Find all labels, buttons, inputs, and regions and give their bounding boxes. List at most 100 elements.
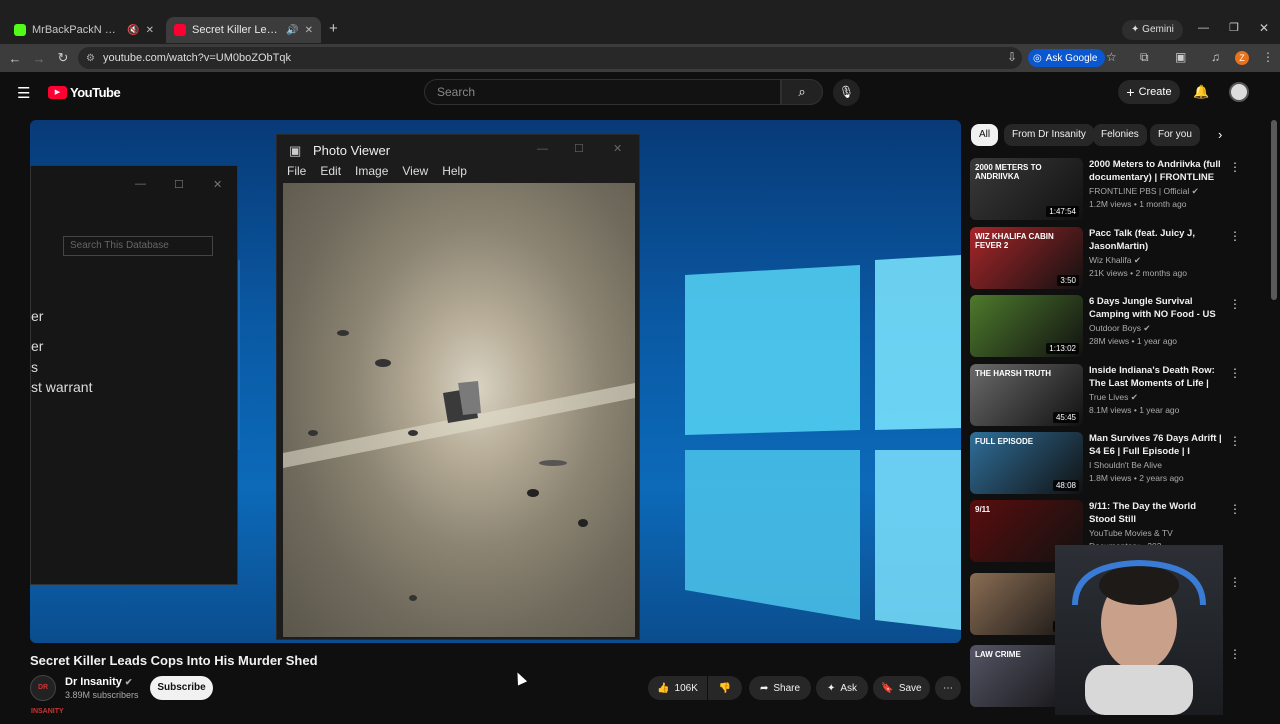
more-options-icon[interactable]: ⋮	[1229, 366, 1241, 380]
gemini-button[interactable]: ✦ Gemini	[1122, 20, 1183, 40]
like-button[interactable]: 👍 106K	[648, 676, 707, 700]
close-window-icon[interactable]: ✕	[1259, 21, 1269, 35]
menu-help: Help	[442, 164, 467, 178]
photo-viewer-menu: File Edit Image View Help	[287, 164, 467, 178]
recommendation-item[interactable]: WIZ KHALIFA CABIN FEVER 2 3:50 Pacc Talk (…	[970, 227, 1260, 291]
video-duration: 1:47:54	[1046, 206, 1079, 217]
share-button[interactable]: ➦ Share	[749, 676, 811, 700]
search-button[interactable]: ⌕	[781, 79, 823, 105]
channel-text: YouTube Movies & TV	[1089, 528, 1173, 538]
dislike-button[interactable]: 👎	[708, 676, 742, 700]
recommendation-channel[interactable]: FRONTLINE PBS | Official ✔	[1089, 186, 1199, 197]
audio-icon[interactable]: 🔊	[286, 25, 298, 36]
account-avatar[interactable]	[1229, 82, 1249, 102]
muted-icon[interactable]: 🔇	[127, 25, 139, 36]
media-controls-icon[interactable]: ♫	[1211, 50, 1220, 64]
recommendation-item[interactable]: 2000 METERS TO ANDRIIVKA 1:47:54 2000 Mete…	[970, 158, 1260, 222]
back-icon[interactable]: ←	[3, 51, 27, 66]
more-actions-button[interactable]: ⋯	[935, 676, 961, 700]
search-icon: ⌕	[798, 84, 806, 99]
minimize-window-icon[interactable]: —	[1198, 22, 1209, 34]
chip-for-you[interactable]: For you	[1150, 124, 1200, 146]
video-thumbnail[interactable]: FULL EPISODE 48:08	[970, 432, 1083, 494]
more-options-icon[interactable]: ⋮	[1229, 647, 1241, 661]
verified-icon: ✔	[124, 677, 133, 687]
recommendation-item[interactable]: THE HARSH TRUTH 45:45 Inside Indiana's Dea…	[970, 364, 1260, 428]
close-icon: ✕	[213, 179, 223, 191]
split-view-icon[interactable]: ▣	[1175, 50, 1186, 64]
profile-avatar[interactable]: Z	[1235, 51, 1249, 65]
restore-window-icon[interactable]: ❐	[1229, 21, 1239, 34]
save-button[interactable]: 🔖 Save	[873, 676, 930, 700]
video-thumbnail[interactable]: 1:13:02	[970, 295, 1083, 357]
browser-menu-icon[interactable]: ⋮	[1262, 50, 1274, 64]
more-options-icon[interactable]: ⋮	[1229, 434, 1241, 448]
recommendation-channel[interactable]: Outdoor Boys ✔	[1089, 323, 1150, 334]
recommendation-channel[interactable]: YouTube Movies & TV	[1089, 528, 1173, 538]
mouse-cursor	[512, 670, 528, 686]
more-options-icon[interactable]: ⋮	[1229, 229, 1241, 243]
more-options-icon[interactable]: ⋮	[1229, 297, 1241, 311]
close-tab-icon[interactable]: ✕	[305, 25, 313, 36]
site-info-icon[interactable]: ⚙	[86, 53, 95, 64]
channel-name[interactable]: Dr Insanity ✔	[65, 676, 132, 688]
video-duration: 1:13:02	[1046, 343, 1079, 354]
ask-button[interactable]: ✦ Ask	[816, 676, 868, 700]
chip-from-channel[interactable]: From Dr Insanity	[1004, 124, 1094, 146]
extensions-icon[interactable]: ⧉	[1140, 50, 1149, 65]
recommendation-title[interactable]: 6 Days Jungle Survival Camping with NO F…	[1089, 295, 1225, 321]
notifications-bell-icon[interactable]: 🔔	[1193, 84, 1209, 100]
recommendation-channel[interactable]: I Shouldn't Be Alive	[1089, 460, 1162, 470]
subscriber-count: 3.89M subscribers	[65, 690, 139, 700]
channel-text: Wiz Khalifa	[1089, 255, 1132, 265]
channel-text: True Lives	[1089, 392, 1129, 402]
bookmark-icon: 🔖	[881, 682, 894, 694]
verified-icon: ✔	[1130, 392, 1138, 402]
recommendation-item[interactable]: FULL EPISODE 48:08 Man Survives 76 Days Ad…	[970, 432, 1260, 496]
install-app-icon[interactable]: ⇩	[1007, 50, 1017, 64]
video-duration: 45:45	[1052, 412, 1079, 423]
new-tab-button[interactable]: +	[329, 20, 338, 37]
ask-google-button[interactable]: ◎ Ask Google	[1028, 49, 1106, 67]
tab-stream[interactable]: MrBackPackN Stream - Wat 🔇 ✕	[6, 17, 162, 43]
photo-viewer-window: ▣ Photo Viewer — ☐ ✕ File Edit Image Vie…	[276, 134, 640, 640]
recommendation-title[interactable]: Man Survives 76 Days Adrift | S4 E6 | Fu…	[1089, 432, 1225, 458]
close-tab-icon[interactable]: ✕	[146, 25, 154, 36]
more-options-icon[interactable]: ⋮	[1229, 160, 1241, 174]
recommendation-title[interactable]: 2000 Meters to Andriivka (full documenta…	[1089, 158, 1225, 184]
forward-icon[interactable]: →	[27, 51, 51, 66]
address-bar[interactable]: ⚙ youtube.com/watch?v=UM0boZObTqk	[78, 47, 1022, 69]
recommendation-title[interactable]: Pacc Talk (feat. Juicy J, JasonMartin)	[1089, 227, 1225, 253]
chip-all[interactable]: All	[971, 124, 999, 146]
reload-icon[interactable]: ↻	[51, 50, 75, 66]
search-input[interactable]: Search	[424, 79, 781, 105]
more-options-icon[interactable]: ⋮	[1229, 575, 1241, 589]
subscribe-button[interactable]: Subscribe	[150, 676, 213, 700]
channel-avatar[interactable]: DR INSANITY	[30, 675, 64, 715]
video-thumbnail[interactable]: WIZ KHALIFA CABIN FEVER 2 3:50	[970, 227, 1083, 289]
more-options-icon[interactable]: ⋮	[1229, 502, 1241, 516]
bookmark-star-icon[interactable]: ☆	[1106, 50, 1117, 64]
menu-edit: Edit	[320, 164, 342, 178]
youtube-logo[interactable]: ▶ YouTube	[48, 85, 121, 100]
video-title: Secret Killer Leads Cops Into His Murder…	[30, 653, 318, 668]
voice-search-button[interactable]: 🎙	[833, 79, 860, 106]
partial-text-line: s	[31, 359, 38, 375]
thumbnail-text: 2000 METERS TO ANDRIIVKA	[975, 163, 1042, 181]
recommendation-channel[interactable]: Wiz Khalifa ✔	[1089, 255, 1141, 266]
recommendation-channel[interactable]: True Lives ✔	[1089, 392, 1138, 403]
create-button[interactable]: + Create	[1118, 80, 1180, 104]
chevron-right-icon[interactable]: ›	[1218, 127, 1222, 142]
ask-label: Ask	[840, 682, 858, 694]
tab-youtube[interactable]: Secret Killer Leads Cops Into 🔊 ✕	[166, 17, 321, 43]
chip-felonies[interactable]: Felonies	[1093, 124, 1147, 146]
video-thumbnail[interactable]: 2000 METERS TO ANDRIIVKA 1:47:54	[970, 158, 1083, 220]
partial-text-line: st warrant	[31, 379, 93, 395]
recommendation-meta: 8.1M views • 1 year ago	[1089, 405, 1180, 415]
recommendation-item[interactable]: 1:13:02 6 Days Jungle Survival Camping wi…	[970, 295, 1260, 359]
recommendation-title[interactable]: Inside Indiana's Death Row: The Last Mom…	[1089, 364, 1225, 390]
video-thumbnail[interactable]: THE HARSH TRUTH 45:45	[970, 364, 1083, 426]
sidebar-scrollbar[interactable]	[1271, 120, 1277, 300]
hamburger-menu-icon[interactable]: ☰	[17, 84, 30, 102]
recommendation-title[interactable]: 9/11: The Day the World Stood Still	[1089, 500, 1225, 526]
